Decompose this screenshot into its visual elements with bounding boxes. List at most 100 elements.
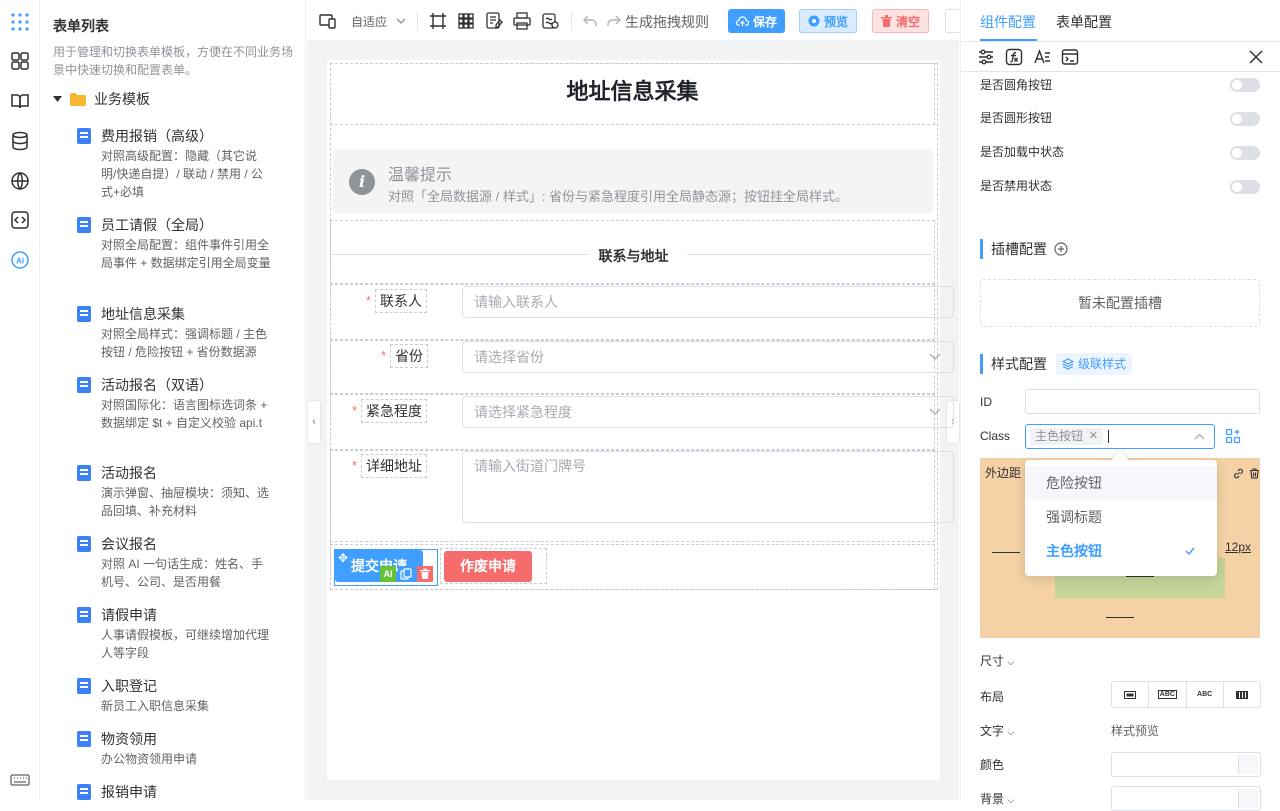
void-button[interactable]: 作废申请 <box>444 551 532 582</box>
text-cursor <box>1108 430 1109 443</box>
preview-json-icon[interactable] <box>541 12 559 30</box>
layout-block-option[interactable] <box>1112 682 1150 707</box>
option-danger-button[interactable]: 危险按钮 <box>1025 466 1217 500</box>
copy-icon[interactable] <box>398 566 414 582</box>
list-item[interactable]: 会议报名 对照 AI 一句话生成：姓名、手机号、公司、是否用餐 <box>77 534 287 591</box>
add-circle-icon[interactable] <box>1054 242 1068 256</box>
ai-icon[interactable]: AI <box>10 250 30 270</box>
class-select[interactable]: 主色按钮 ✕ <box>1025 424 1215 449</box>
margin-left-value[interactable] <box>992 552 1020 553</box>
background-toggle[interactable]: 背景 ⌵ <box>980 790 1014 807</box>
layout-segmented: ABC ABC <box>1111 681 1261 708</box>
tip-alert[interactable]: i 温馨提示 对照「全局数据源 / 样式」: 省份与紧急程度引用全局静态源；按钮… <box>333 149 933 213</box>
padding-value[interactable] <box>1126 576 1154 577</box>
text-toggle[interactable]: 文字 ⌵ <box>980 722 1014 739</box>
keyboard-icon[interactable] <box>10 770 30 790</box>
tag-close-icon[interactable]: ✕ <box>1089 428 1098 445</box>
clear-button[interactable]: 清空 <box>872 9 930 33</box>
style-section-title: 样式配置 <box>980 354 1047 374</box>
close-icon[interactable] <box>1248 49 1264 65</box>
cascade-style-button[interactable]: 级联样式 <box>1056 353 1133 375</box>
components-icon[interactable] <box>10 51 30 71</box>
adapt-select[interactable]: 自适应 <box>351 13 387 30</box>
ai-badge[interactable]: AI <box>380 566 396 582</box>
link-icon[interactable] <box>1233 468 1244 479</box>
disabled-toggle[interactable] <box>1230 180 1260 194</box>
margin-right-value[interactable]: 12px <box>1225 540 1251 554</box>
toggle-label: 是否加载中状态 <box>980 145 1065 159</box>
list-item[interactable]: 物资领用 办公物资领用申请 <box>77 729 287 768</box>
list-item[interactable]: 报销申请 <box>77 782 287 800</box>
layout-inline-block-option[interactable]: ABC <box>1149 682 1187 707</box>
frame-icon[interactable] <box>429 12 447 30</box>
slot-section-title: 插槽配置 <box>980 239 1047 259</box>
list-item[interactable]: 费用报销（高级） 对照高级配置：隐藏（其它说明/快递自提）/ 联动 / 禁用 /… <box>77 126 287 201</box>
class-label: Class <box>980 429 1011 443</box>
document-icon <box>77 217 91 233</box>
field-label: 省份 <box>390 344 428 368</box>
code-panel-icon[interactable] <box>1061 48 1079 66</box>
background-input[interactable] <box>1111 786 1261 811</box>
save-button[interactable]: 保存 <box>728 9 786 33</box>
tab-component-config[interactable]: 组件配置 <box>980 12 1036 32</box>
collapse-left-handle[interactable]: ‹ <box>307 400 321 444</box>
preview-button[interactable]: 预览 <box>799 9 858 33</box>
document-icon <box>77 607 91 623</box>
color-picker-icon[interactable] <box>1238 789 1258 808</box>
list-item[interactable]: 地址信息采集 对照全局样式：强调标题 / 主色按钮 / 危险按钮 + 省份数据源 <box>77 304 287 361</box>
print-icon[interactable] <box>513 12 531 30</box>
margin-bottom-value[interactable] <box>1106 617 1134 618</box>
color-picker-icon[interactable] <box>1238 755 1258 774</box>
contact-input[interactable]: 请输入联系人 <box>462 286 954 318</box>
required-mark: * <box>352 403 358 418</box>
chevron-down-icon <box>929 408 941 415</box>
list-item[interactable]: 活动报名（双语） 对照国际化：语言图标选词条 + 数据绑定 $t + 自定义校验… <box>77 375 287 432</box>
toolbar-overflow-button[interactable] <box>945 9 959 33</box>
option-emphasis-title[interactable]: 强调标题 <box>1025 500 1217 534</box>
globe-icon[interactable] <box>10 171 30 191</box>
document-icon <box>77 306 91 322</box>
delete-icon[interactable] <box>417 566 433 582</box>
field-label: 联系人 <box>375 289 427 313</box>
sidebar-description: 用于管理和切换表单模板，方便在不同业务场景中快速切换和配置表单。 <box>53 45 294 77</box>
loading-toggle[interactable] <box>1230 146 1260 160</box>
caret-down-icon <box>53 96 62 102</box>
required-mark: * <box>366 293 372 308</box>
size-toggle[interactable]: 尺寸 ⌵ <box>980 652 1014 669</box>
code-icon[interactable] <box>10 210 30 230</box>
grid-icon[interactable] <box>457 12 475 30</box>
tab-form-config[interactable]: 表单配置 <box>1056 12 1112 32</box>
toggle-label: 是否禁用状态 <box>980 179 1053 193</box>
layout-inline-option[interactable]: ABC <box>1187 682 1224 707</box>
id-input[interactable] <box>1025 389 1260 414</box>
circle-toggle[interactable] <box>1230 112 1260 126</box>
device-icon[interactable] <box>319 12 337 30</box>
trash-icon[interactable] <box>1249 468 1260 479</box>
option-primary-button[interactable]: 主色按钮 <box>1025 534 1217 568</box>
round-toggle[interactable] <box>1230 78 1260 92</box>
province-select[interactable]: 请选择省份 <box>462 341 954 373</box>
address-textarea[interactable]: 请输入街道门牌号 <box>462 451 954 523</box>
formula-icon[interactable] <box>1005 48 1023 66</box>
properties-icon[interactable] <box>977 48 995 66</box>
list-item[interactable]: 员工请假（全局） 对照全局配置：组件事件引用全局事件 + 数据绑定引用全局变量 <box>77 215 287 272</box>
group-business-templates[interactable]: 业务模板 <box>53 90 150 108</box>
list-item[interactable]: 入职登记 新员工入职信息采集 <box>77 676 287 715</box>
redo-icon[interactable] <box>605 12 623 30</box>
urgency-select[interactable]: 请选择紧急程度 <box>462 396 954 428</box>
list-item[interactable]: 请假申请 人事请假模板，可继续增加代理人等字段 <box>77 605 287 662</box>
book-icon[interactable] <box>10 91 30 111</box>
database-icon[interactable] <box>10 131 30 151</box>
apps-grid-icon[interactable] <box>10 12 30 32</box>
layout-flex-option[interactable] <box>1224 682 1260 707</box>
drag-rule-button[interactable]: 生成拖拽规则 <box>625 12 709 32</box>
add-class-icon[interactable] <box>1225 428 1241 444</box>
group-label: 业务模板 <box>94 91 150 107</box>
undo-icon[interactable] <box>581 12 599 30</box>
list-item[interactable]: 活动报名 演示弹窗、抽屉模块：须知、选品回填、补充材料 <box>77 463 287 520</box>
text-style-icon[interactable] <box>1033 48 1051 66</box>
edit-form-icon[interactable] <box>485 12 503 30</box>
drag-move-icon[interactable]: ✥ <box>335 550 351 566</box>
info-icon: i <box>349 169 375 195</box>
color-input[interactable] <box>1111 752 1261 777</box>
